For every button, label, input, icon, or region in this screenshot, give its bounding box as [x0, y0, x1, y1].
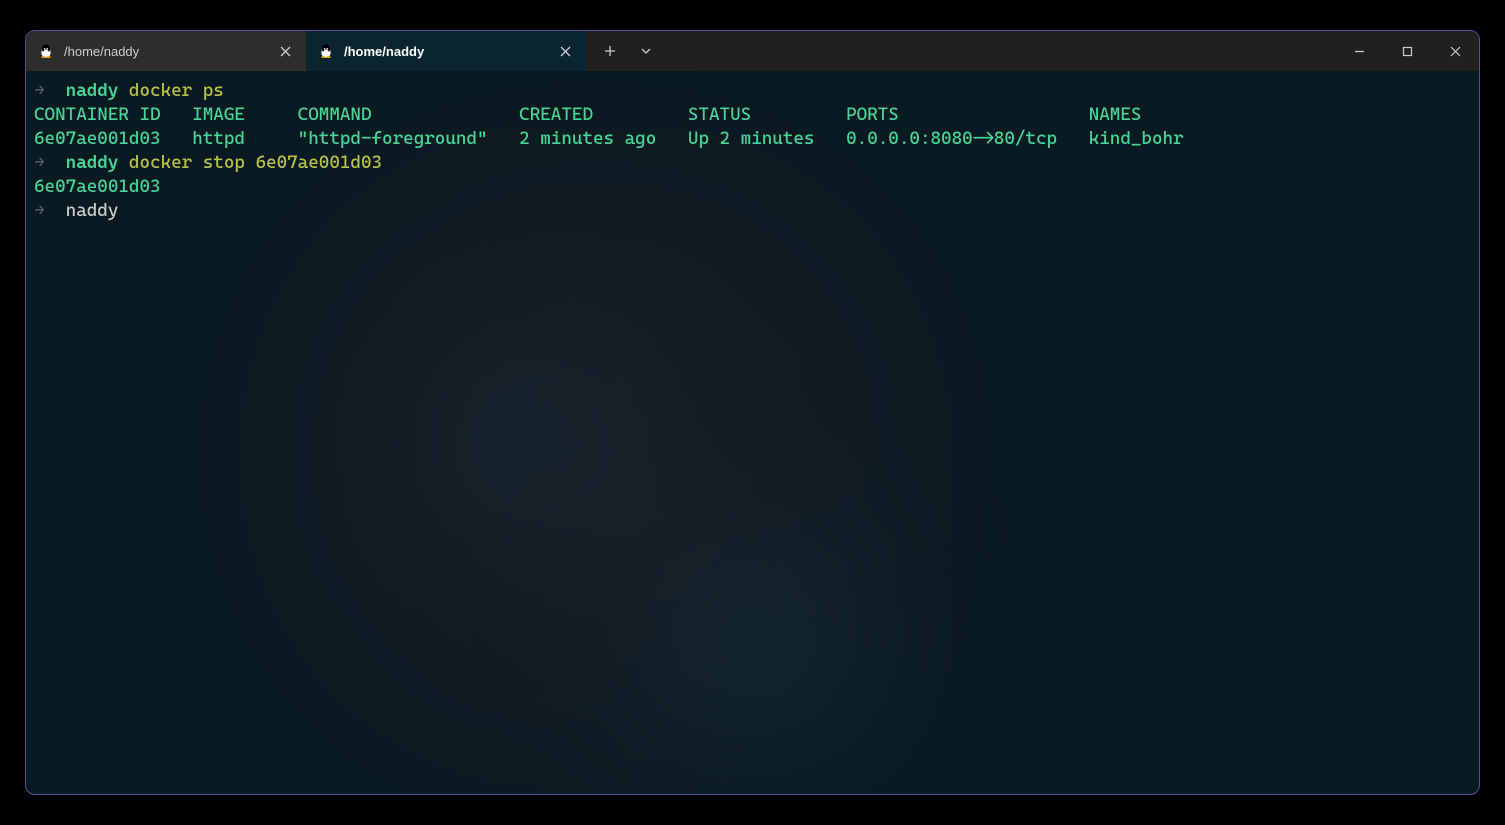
- hdr-created: CREATED: [519, 104, 593, 125]
- plus-icon: [604, 45, 616, 57]
- row-status: Up 2 minutes: [688, 128, 815, 149]
- tux-icon: [38, 43, 54, 59]
- tab-2-title: /home/naddy: [344, 44, 546, 59]
- close-icon: [1450, 46, 1461, 57]
- tab-2-close[interactable]: [556, 42, 574, 60]
- terminal-window: /home/naddy /home/naddy: [25, 30, 1480, 795]
- tab-dropdown-button[interactable]: [630, 35, 662, 67]
- row-container-id: 6e07ae001d03: [34, 128, 161, 149]
- minimize-button[interactable]: [1335, 31, 1383, 71]
- hdr-container-id: CONTAINER ID: [34, 104, 161, 125]
- hdr-status: STATUS: [688, 104, 751, 125]
- cmd-docker: docker: [129, 80, 192, 101]
- prompt-dir: naddy: [66, 80, 119, 101]
- tux-icon: [318, 43, 334, 59]
- stop-output: 6e07ae001d03: [34, 175, 1471, 199]
- close-icon: [280, 46, 291, 57]
- close-icon: [560, 46, 571, 57]
- maximize-button[interactable]: [1383, 31, 1431, 71]
- tab-1-close[interactable]: [276, 42, 294, 60]
- docker-ps-row: 6e07ae001d03 httpd "httpd-foreground" 2 …: [34, 127, 1471, 151]
- hdr-ports: PORTS: [846, 104, 899, 125]
- tabbar-actions: [586, 31, 662, 71]
- prompt-arrow: →: [34, 152, 45, 173]
- maximize-icon: [1402, 46, 1413, 57]
- row-ports: 0.0.0.0:8080->80/tcp: [846, 128, 1057, 149]
- prompt-line-3: → naddy: [34, 199, 1471, 223]
- prompt-dir: naddy: [66, 152, 119, 173]
- row-created: 2 minutes ago: [519, 128, 656, 149]
- prompt-arrow: →: [34, 80, 45, 101]
- hdr-image: IMAGE: [192, 104, 245, 125]
- terminal-content: → naddy docker psCONTAINER ID IMAGE COMM…: [34, 79, 1471, 223]
- terminal-area[interactable]: → naddy docker psCONTAINER ID IMAGE COMM…: [26, 71, 1479, 794]
- cmd-stop: stop: [203, 152, 245, 173]
- tab-1[interactable]: /home/naddy: [26, 31, 306, 71]
- docker-ps-header: CONTAINER ID IMAGE COMMAND CREATED STATU…: [34, 103, 1471, 127]
- prompt-line-1: → naddy docker ps: [34, 79, 1471, 103]
- row-command: "httpd-foreground": [298, 128, 488, 149]
- titlebar: /home/naddy /home/naddy: [26, 31, 1479, 71]
- cmd-docker2: docker: [129, 152, 192, 173]
- chevron-down-icon: [640, 45, 652, 57]
- tab-strip: /home/naddy /home/naddy: [26, 31, 586, 71]
- cmd-ps: ps: [203, 80, 224, 101]
- prompt-dir: naddy: [66, 200, 119, 221]
- window-controls: [1335, 31, 1479, 71]
- tab-1-title: /home/naddy: [64, 44, 266, 59]
- hdr-command: COMMAND: [298, 104, 372, 125]
- row-names: kind_bohr: [1089, 128, 1184, 149]
- tab-2[interactable]: /home/naddy: [306, 31, 586, 71]
- minimize-icon: [1354, 46, 1365, 57]
- close-window-button[interactable]: [1431, 31, 1479, 71]
- cmd-arg: 6e07ae001d03: [255, 152, 382, 173]
- prompt-line-2: → naddy docker stop 6e07ae001d03: [34, 151, 1471, 175]
- hdr-names: NAMES: [1089, 104, 1142, 125]
- prompt-arrow: →: [34, 200, 45, 221]
- row-image: httpd: [192, 128, 245, 149]
- new-tab-button[interactable]: [594, 35, 626, 67]
